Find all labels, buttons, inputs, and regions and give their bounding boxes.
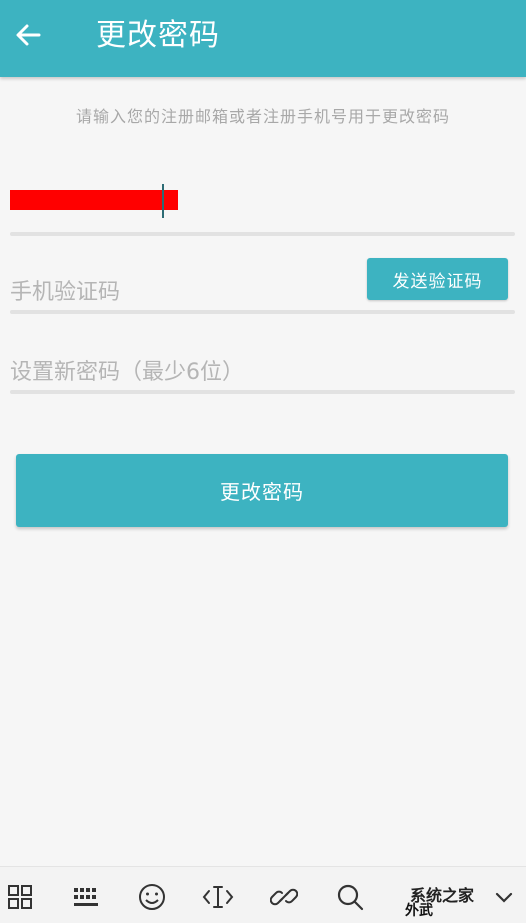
new-password-field[interactable] bbox=[10, 354, 515, 394]
search-icon[interactable] bbox=[332, 879, 368, 915]
account-field[interactable] bbox=[10, 184, 515, 236]
emoji-icon[interactable] bbox=[134, 879, 170, 915]
keyboard-icon[interactable] bbox=[68, 879, 104, 915]
send-code-button[interactable]: 发送验证码 bbox=[367, 258, 508, 300]
chevron-down-icon[interactable] bbox=[486, 879, 522, 915]
field-underline bbox=[10, 390, 515, 394]
change-password-button[interactable]: 更改密码 bbox=[16, 454, 508, 527]
grid-icon[interactable] bbox=[2, 879, 38, 915]
instruction-text: 请输入您的注册邮箱或者注册手机号用于更改密码 bbox=[75, 107, 450, 126]
app-screen: 更改密码 请输入您的注册邮箱或者注册手机号用于更改密码 发送验证码 更改密码 bbox=[0, 0, 526, 923]
field-underline bbox=[10, 310, 515, 314]
field-underline bbox=[10, 232, 515, 236]
page-title: 更改密码 bbox=[96, 18, 220, 53]
watermark-small-text: 外武 bbox=[405, 903, 433, 919]
new-password-input[interactable] bbox=[10, 354, 360, 390]
text-caret bbox=[162, 184, 164, 218]
link-icon[interactable] bbox=[266, 879, 302, 915]
arrow-left-icon bbox=[16, 24, 41, 46]
back-button[interactable] bbox=[10, 17, 46, 53]
cursor-move-icon[interactable] bbox=[200, 879, 236, 915]
redacted-account-value bbox=[10, 190, 178, 210]
verification-code-input[interactable] bbox=[10, 274, 360, 310]
app-header: 更改密码 bbox=[0, 0, 526, 77]
